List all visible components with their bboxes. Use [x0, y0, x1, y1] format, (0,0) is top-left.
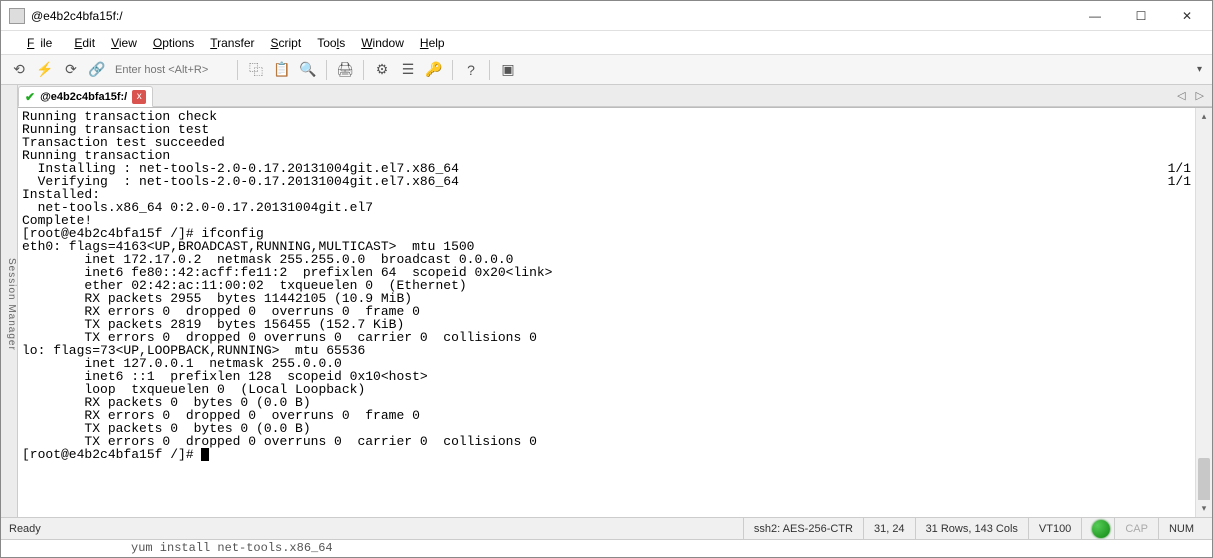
copy-icon[interactable]: ⿻ — [244, 58, 268, 82]
tab-prev-icon[interactable]: ◁ — [1177, 89, 1185, 102]
quick-connect-icon[interactable]: ⚡ — [33, 58, 57, 82]
toolbar-separator — [237, 60, 238, 80]
extra-line: yum install net-tools.x86_64 — [1, 539, 1212, 557]
reconnect-icon[interactable]: ⟲ — [7, 58, 31, 82]
status-protocol: ssh2: AES-256-CTR — [743, 518, 863, 539]
status-ready: Ready — [9, 518, 743, 539]
menu-view[interactable]: View — [105, 34, 143, 52]
menu-help[interactable]: Help — [414, 34, 451, 52]
toolbar-separator — [326, 60, 327, 80]
scrollbar[interactable]: ▴ ▾ — [1195, 108, 1212, 517]
status-num: NUM — [1158, 518, 1204, 539]
tabbar: ✔ @e4b2c4bfa15f:/ x ◁ ▷ — [18, 85, 1212, 107]
menu-tools[interactable]: Tools — [311, 34, 351, 52]
menu-window[interactable]: Window — [355, 34, 410, 52]
window-title: @e4b2c4bfa15f:/ — [31, 9, 1072, 23]
session-tab[interactable]: ✔ @e4b2c4bfa15f:/ x — [18, 86, 153, 107]
reconnect-all-icon[interactable]: ⟳ — [59, 58, 83, 82]
maximize-button[interactable]: ☐ — [1118, 1, 1164, 31]
tab-next-icon[interactable]: ▷ — [1196, 89, 1204, 102]
menu-edit[interactable]: Edit — [68, 34, 101, 52]
tab-title: @e4b2c4bfa15f:/ — [40, 91, 127, 103]
tab-close-button[interactable]: x — [132, 90, 146, 104]
session-options-icon[interactable]: ☰ — [396, 58, 420, 82]
app-icon — [9, 8, 25, 24]
key-icon[interactable]: 🔑 — [422, 58, 446, 82]
toolbar-separator — [452, 60, 453, 80]
menu-script[interactable]: Script — [265, 34, 308, 52]
window-controls: — ☐ ✕ — [1072, 1, 1210, 31]
toolbar: ⟲ ⚡ ⟳ 🔗 ⿻ 📋 🔍 🖨 ⚙ ☰ 🔑 ? ▣ ▾ — [1, 55, 1212, 85]
scroll-down-icon[interactable]: ▾ — [1196, 500, 1212, 517]
paste-icon[interactable]: 📋 — [270, 58, 294, 82]
settings-icon[interactable]: ⚙ — [370, 58, 394, 82]
status-term: VT100 — [1028, 518, 1081, 539]
status-size: 31 Rows, 143 Cols — [915, 518, 1028, 539]
toolbar-overflow[interactable]: ▾ — [1193, 64, 1206, 75]
status-cap: CAP — [1114, 518, 1158, 539]
menu-transfer[interactable]: Transfer — [204, 34, 260, 52]
minimize-button[interactable]: — — [1072, 1, 1118, 31]
toolbar-separator — [489, 60, 490, 80]
link-icon[interactable]: 🔗 — [85, 58, 109, 82]
menu-file[interactable]: File — [21, 34, 64, 52]
terminal-output[interactable]: Running transaction checkRunning transac… — [18, 108, 1195, 517]
session-manager-panel[interactable]: Session Manager — [1, 85, 18, 517]
check-icon: ✔ — [25, 90, 35, 104]
host-input[interactable] — [111, 60, 231, 80]
macro-icon[interactable]: ▣ — [496, 58, 520, 82]
find-icon[interactable]: 🔍 — [296, 58, 320, 82]
status-cursor: 31, 24 — [863, 518, 915, 539]
scroll-up-icon[interactable]: ▴ — [1196, 108, 1212, 125]
close-button[interactable]: ✕ — [1164, 1, 1210, 31]
menubar: File Edit View Options Transfer Script T… — [1, 31, 1212, 55]
print-icon[interactable]: 🖨 — [333, 58, 357, 82]
statusbar: Ready ssh2: AES-256-CTR 31, 24 31 Rows, … — [1, 517, 1212, 539]
menu-options[interactable]: Options — [147, 34, 200, 52]
window-titlebar: @e4b2c4bfa15f:/ — ☐ ✕ — [1, 1, 1212, 31]
status-indicator-icon — [1092, 520, 1110, 538]
toolbar-separator — [363, 60, 364, 80]
help-icon[interactable]: ? — [459, 58, 483, 82]
